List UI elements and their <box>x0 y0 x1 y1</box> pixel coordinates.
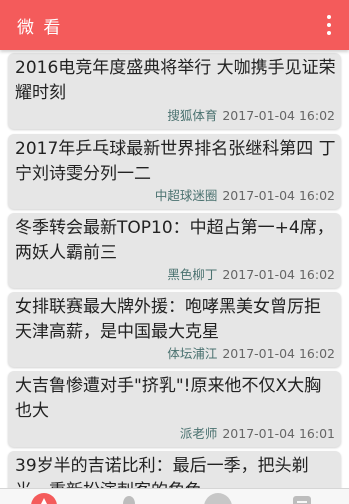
news-time: 2017-01-04 16:02 <box>222 346 335 361</box>
news-source: 体坛浦江 <box>167 346 218 361</box>
news-card[interactable]: 39岁半的吉诺比利：最后一季，把头剃光，重新扮演刺客的角色 <box>8 451 341 488</box>
news-time: 2017-01-04 16:01 <box>222 426 335 441</box>
app-root: 微 看 2016电竞年度盛典将举行 大咖携手见证荣耀时刻 搜狐体育 2017-01… <box>0 0 349 504</box>
news-time: 2017-01-04 16:02 <box>222 108 335 123</box>
news-title: 大吉鲁惨遭对手"挤乳"!原来他不仅X大胸也大 <box>15 376 322 421</box>
news-title: 女排联赛最大牌外援：咆哮黑美女曾厉拒天津高薪，是中国最大克星 <box>15 297 321 342</box>
overflow-menu-icon[interactable] <box>323 15 335 35</box>
news-title: 冬季转会最新TOP10：中超占第一+4席，两妖人霸前三 <box>15 218 334 263</box>
news-title: 39岁半的吉诺比利：最后一季，把头剃光，重新扮演刺客的角色 <box>15 456 309 488</box>
news-meta: 黑色柳丁 2017-01-04 16:02 <box>167 264 335 283</box>
news-source: 搜狐体育 <box>167 108 218 123</box>
news-card[interactable]: 冬季转会最新TOP10：中超占第一+4席，两妖人霸前三 黑色柳丁 2017-01-… <box>8 213 341 288</box>
bottom-navigation <box>0 488 349 504</box>
home-icon[interactable] <box>31 493 57 504</box>
news-card[interactable]: 大吉鲁惨遭对手"挤乳"!原来他不仅X大胸也大 派老师 2017-01-04 16:… <box>8 371 341 447</box>
app-title: 微 看 <box>17 17 63 38</box>
news-card[interactable]: 女排联赛最大牌外援：咆哮黑美女曾厉拒天津高薪，是中国最大克星 体坛浦江 2017-… <box>8 292 341 367</box>
ball-icon[interactable] <box>116 493 142 504</box>
news-meta: 中超球迷圈 2017-01-04 16:02 <box>155 185 335 204</box>
news-meta: 派老师 2017-01-04 16:01 <box>180 423 335 442</box>
news-card[interactable]: 2016电竞年度盛典将举行 大咖携手见证荣耀时刻 搜狐体育 2017-01-04 … <box>8 53 341 129</box>
news-time: 2017-01-04 16:02 <box>222 188 335 203</box>
news-meta: 搜狐体育 2017-01-04 16:02 <box>167 105 335 124</box>
app-bar: 微 看 <box>0 0 349 50</box>
document-icon[interactable] <box>290 493 316 504</box>
circle-icon[interactable] <box>204 493 232 504</box>
news-source: 中超球迷圈 <box>154 188 218 203</box>
news-feed[interactable]: 2016电竞年度盛典将举行 大咖携手见证荣耀时刻 搜狐体育 2017-01-04 … <box>0 50 349 488</box>
news-meta: 体坛浦江 2017-01-04 16:02 <box>167 343 335 362</box>
news-title: 2017年乒乓球最新世界排名张继科第四 丁宁刘诗雯分列一二 <box>15 139 336 184</box>
news-time: 2017-01-04 16:02 <box>222 267 335 282</box>
news-source: 派老师 <box>179 426 218 441</box>
news-title: 2016电竞年度盛典将举行 大咖携手见证荣耀时刻 <box>15 58 336 103</box>
news-source: 黑色柳丁 <box>167 267 218 282</box>
news-card[interactable]: 2017年乒乓球最新世界排名张继科第四 丁宁刘诗雯分列一二 中超球迷圈 2017-… <box>8 134 341 209</box>
